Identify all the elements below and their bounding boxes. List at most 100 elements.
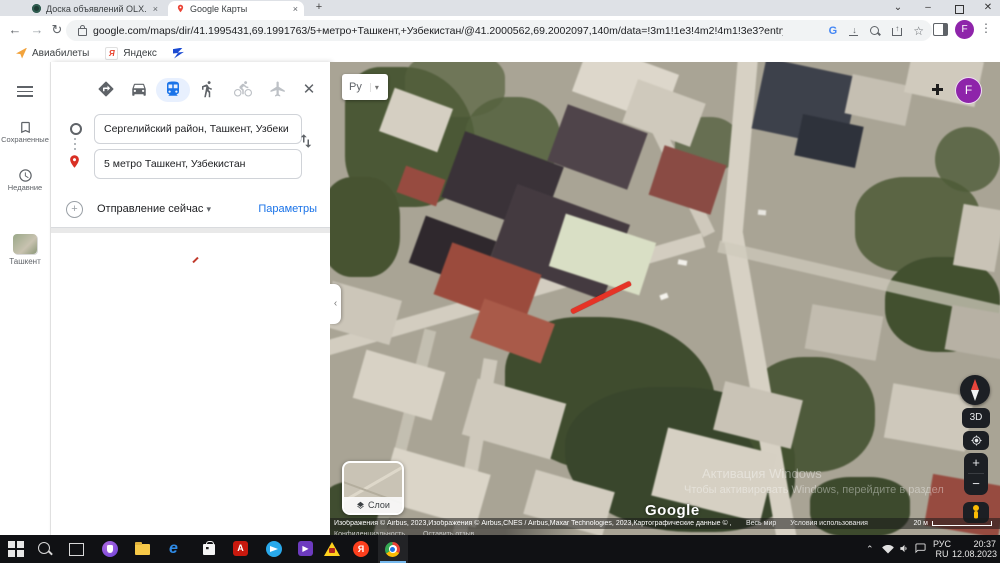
notification-icon[interactable]: [915, 543, 926, 563]
tab-close-icon[interactable]: ×: [293, 4, 298, 14]
pegman-icon: [973, 505, 979, 519]
forward-button[interactable]: →: [28, 21, 46, 39]
zoom-page-icon[interactable]: [869, 25, 881, 37]
sidebar-label: Недавние: [7, 183, 43, 192]
close-directions-icon[interactable]: ✕: [299, 80, 319, 100]
small-cross-marker: [932, 84, 943, 95]
window-chevron-button[interactable]: ⌄: [884, 0, 912, 16]
file-explorer-icon[interactable]: [135, 541, 151, 557]
destination-input[interactable]: 5 метро Ташкент, Узбекистан: [94, 149, 302, 179]
sidebar-item-recent[interactable]: Недавние: [0, 168, 50, 192]
feedback-link[interactable]: Оставить отзыв: [423, 531, 474, 535]
yandex-alice-icon[interactable]: [102, 541, 118, 557]
layers-button[interactable]: Слои: [342, 461, 404, 515]
departure-options-row: + Отправление сейчас ▾ Параметры: [51, 196, 330, 226]
edge-browser-icon[interactable]: e: [169, 541, 185, 557]
tab-olx[interactable]: Доска объявлений OLX.uz, ран ×: [24, 1, 164, 16]
loading-artifact: [192, 256, 199, 264]
connector-dot: [74, 148, 76, 150]
map-profile-avatar[interactable]: F: [955, 77, 982, 104]
start-button[interactable]: [8, 541, 24, 557]
layers-icon: [357, 501, 364, 509]
volume-icon[interactable]: [899, 543, 910, 563]
window-maximize-button[interactable]: [944, 0, 972, 16]
departure-time-dropdown[interactable]: Отправление сейчас ▾: [97, 203, 211, 215]
acrobat-icon[interactable]: A: [233, 541, 248, 556]
maps-sidebar: Сохраненные Недавние Ташкент: [0, 62, 51, 535]
chevron-down-icon: ▾: [206, 204, 212, 214]
swap-locations-button[interactable]: [297, 132, 315, 155]
wifi-icon[interactable]: [882, 544, 894, 563]
url-text[interactable]: google.com/maps/dir/41.1995431,69.199176…: [93, 25, 783, 37]
imagery-credits: Изображения © Airbus, 2023,Изображения ©…: [334, 520, 732, 527]
sidebar-item-tashkent[interactable]: Ташкент: [0, 234, 50, 266]
sidebar-item-saved[interactable]: Сохраненные: [0, 120, 50, 144]
tray-expand-icon[interactable]: ⌃: [866, 535, 874, 563]
3d-button[interactable]: 3D: [962, 408, 990, 428]
map-canvas[interactable]: Активация Windows Чтобы активировать Win…: [330, 62, 1000, 535]
satellite-imagery: [330, 62, 1000, 535]
microsoft-store-icon[interactable]: [201, 541, 217, 557]
address-bar[interactable]: google.com/maps/dir/41.1995431,69.199176…: [66, 20, 932, 41]
tab-google-maps[interactable]: Google Карты ×: [168, 1, 304, 16]
clock[interactable]: 20:37 12.08.2023: [952, 535, 997, 563]
departure-label: Отправление сейчас: [97, 203, 204, 215]
install-app-icon[interactable]: ↓: [847, 25, 859, 37]
browser-menu-icon[interactable]: ⋮: [980, 21, 992, 35]
panel-collapse-button[interactable]: ‹: [330, 284, 341, 324]
bookmark-avia[interactable]: Авиабилеты: [16, 47, 90, 59]
tab-close-icon[interactable]: ×: [153, 4, 158, 14]
telegram-icon[interactable]: [266, 541, 282, 557]
reload-button[interactable]: ↻: [48, 21, 66, 39]
add-stop-icon[interactable]: +: [66, 201, 83, 218]
sidebar-label: Ташкент: [9, 257, 41, 266]
bookmark-star-icon[interactable]: ☆: [913, 25, 924, 37]
new-tab-button[interactable]: +: [312, 1, 326, 15]
compass-control[interactable]: [960, 375, 990, 405]
profile-avatar[interactable]: F: [955, 20, 974, 39]
mode-cycling-icon[interactable]: [234, 80, 254, 100]
origin-input[interactable]: Сергелийский район, Ташкент, Узбеки: [94, 114, 302, 144]
yandex-browser-icon[interactable]: Я: [353, 541, 369, 557]
task-view-icon[interactable]: [69, 541, 85, 557]
chrome-icon[interactable]: [385, 541, 401, 557]
compass-needle-south: [971, 390, 979, 401]
mode-best-route-icon[interactable]: [97, 80, 117, 100]
windows-taskbar: e A ▶ Я ⌃ РУС RU 20:37 12.08.2023: [0, 535, 1000, 563]
chevron-down-icon: ▾: [369, 82, 383, 92]
language-indicator[interactable]: РУС RU: [930, 535, 954, 563]
mode-flight-icon[interactable]: [269, 80, 289, 100]
bookmark-z[interactable]: [172, 47, 184, 59]
padlock-icon[interactable]: [78, 25, 87, 36]
divider-band: [51, 228, 330, 233]
mode-walking-icon[interactable]: [199, 80, 219, 100]
mode-driving-icon[interactable]: [130, 80, 150, 100]
route-options-link[interactable]: Параметры: [258, 203, 317, 215]
windows-activation-watermark: Активация Windows Чтобы активировать Win…: [684, 466, 944, 496]
map-attribution: Изображения © Airbus, 2023,Изображения ©…: [330, 518, 1000, 529]
triangle-app-icon[interactable]: [324, 541, 340, 557]
origin-circle-icon: [70, 123, 82, 135]
sidebar-label: Сохраненные: [1, 135, 49, 144]
maps-pin-favicon: [176, 4, 185, 13]
mode-transit-icon-selected[interactable]: [164, 80, 184, 100]
share-icon[interactable]: ↑: [891, 24, 903, 37]
my-location-button[interactable]: [963, 431, 989, 450]
zoom-out-button[interactable]: −: [964, 474, 988, 494]
bookmark-yandex[interactable]: Я Яндекс: [105, 46, 157, 60]
taskbar-search-icon[interactable]: [38, 541, 54, 557]
back-button[interactable]: ←: [6, 21, 24, 39]
menu-hamburger-icon[interactable]: [17, 86, 33, 97]
zoom-in-button[interactable]: +: [964, 453, 988, 473]
language-button[interactable]: Ру ▾: [342, 74, 388, 100]
bookmark-label: Авиабилеты: [32, 47, 90, 59]
google-g-icon[interactable]: G: [829, 25, 838, 37]
window-close-button[interactable]: ✕: [974, 0, 1000, 16]
world-link[interactable]: Весь мир: [746, 520, 776, 527]
tab-title: Google Карты: [190, 3, 248, 14]
privacy-link[interactable]: Конфиденциальность: [334, 531, 405, 535]
side-panel-icon[interactable]: [933, 23, 948, 36]
terms-link[interactable]: Условия использования: [790, 520, 868, 527]
media-player-icon[interactable]: ▶: [298, 541, 313, 556]
window-minimize-button[interactable]: –: [914, 0, 942, 16]
